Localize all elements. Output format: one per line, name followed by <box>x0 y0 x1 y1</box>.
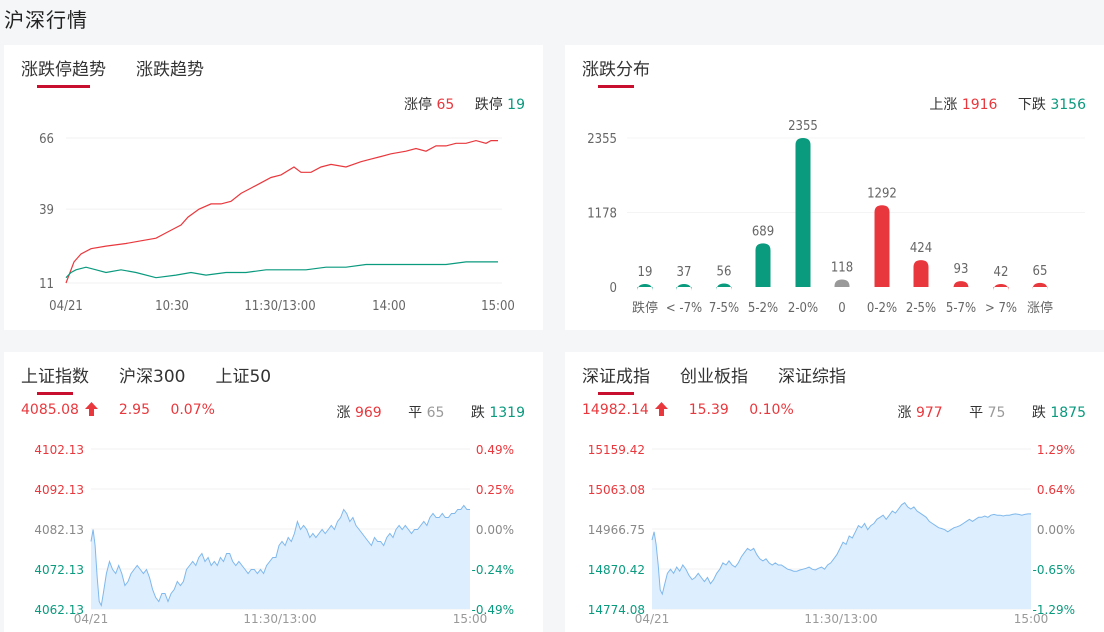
x-tick-label: 2-5% <box>906 301 936 316</box>
bar-value-label: 118 <box>831 261 853 276</box>
sz-index-card: 深证成指 创业板指 深证综指 14982.14 15.39 0.10% 涨 97… <box>565 352 1104 632</box>
right-tick-label: -0.65% <box>1033 563 1075 577</box>
x-tick-label: 04/21 <box>635 612 670 626</box>
right-tick-label: 0.25% <box>476 483 514 497</box>
left-tick-label: 4092.13 <box>34 483 84 497</box>
limit-trend-card: 涨跌停趋势 涨跌趋势 涨停 65 跌停 19 66 39 11 04/21 10:30 1… <box>4 45 543 330</box>
x-tick-label: 14:00 <box>372 299 406 314</box>
right-tick-label: 0.00% <box>1037 523 1075 537</box>
page-title: 沪深行情 <box>4 8 88 32</box>
y-tick-label: 1178 <box>587 207 617 222</box>
distribution-chart: 2355 1178 0 19 跌停 37 < -7% 56 7-5% 689 5-2% 2355 2-0… <box>587 119 1085 316</box>
left-tick-label: 14966.75 <box>588 523 645 537</box>
x-tick-label: 11:30/13:00 <box>804 612 877 626</box>
x-tick-label: 15:00 <box>453 612 488 626</box>
x-tick-label: 5-7% <box>946 301 976 316</box>
right-tick-label: 0.64% <box>1037 483 1075 497</box>
right-tick-label: 1.29% <box>1037 443 1075 457</box>
bar-value-label: 19 <box>638 265 653 280</box>
left-tick-label: 4102.13 <box>34 443 84 457</box>
left-tick-label: 4082.13 <box>34 523 84 537</box>
x-tick-label: 5-2% <box>748 301 778 316</box>
right-tick-label: -0.24% <box>472 563 514 577</box>
x-tick-label: 2-0% <box>788 301 818 316</box>
y-tick-label: 11 <box>39 277 54 292</box>
bar <box>1032 282 1048 290</box>
left-tick-label: 14870.42 <box>588 563 645 577</box>
y-tick-label: 66 <box>39 132 54 147</box>
left-tick-label: 15063.08 <box>588 483 645 497</box>
bar-value-label: 93 <box>954 262 969 277</box>
x-tick-label: 7-5% <box>709 301 739 316</box>
bar-value-label: 65 <box>1033 264 1048 279</box>
series-line-跌停 <box>65 261 498 279</box>
sh-index-card: 上证指数 沪深300 上证50 4085.08 2.95 0.07% 涨 969… <box>4 352 543 632</box>
y-tick-label: 0 <box>610 281 617 296</box>
series-line-涨停 <box>65 139 498 284</box>
left-tick-label: 15159.42 <box>588 443 645 457</box>
x-tick-label: 10:30 <box>155 299 189 314</box>
y-tick-label: 2355 <box>587 132 617 147</box>
x-tick-label: 跌停 <box>632 300 658 316</box>
right-tick-label: 0.00% <box>476 523 514 537</box>
x-tick-label: 15:00 <box>1014 612 1049 626</box>
distribution-card: 涨跌分布 上涨 1916 下跌 3156 2355 1178 0 19 跌停 37 < -7… <box>565 45 1104 330</box>
bar-value-label: 37 <box>677 265 692 280</box>
page-root: 沪深行情 涨跌停趋势 涨跌趋势 涨停 65 跌停 19 66 39 11 04/21 1… <box>0 0 1104 632</box>
bar <box>676 284 692 291</box>
x-tick-label: 15:00 <box>481 299 515 314</box>
bar-value-label: 424 <box>910 241 932 256</box>
bar-value-label: 2355 <box>788 119 818 134</box>
x-tick-label: 11:30/13:00 <box>243 612 316 626</box>
bar-value-label: 1292 <box>867 186 897 201</box>
limit-trend-chart: 66 39 11 04/21 10:30 11:30/13:00 14:00 15:00 <box>39 132 515 314</box>
bar <box>755 243 771 287</box>
bar <box>953 281 969 289</box>
area-fill <box>652 502 1031 609</box>
left-tick-label: 4072.13 <box>34 563 84 577</box>
right-tick-label: 0.49% <box>476 443 514 457</box>
bar-value-label: 689 <box>752 224 774 239</box>
x-tick-label: < -7% <box>666 301 702 316</box>
sz-intraday-chart: 15159.42 1.29% 15063.08 0.64% 14966.75 0.00% 1… <box>588 443 1075 626</box>
x-tick-label: 04/21 <box>49 299 83 314</box>
bar <box>834 279 850 287</box>
x-tick-label: 04/21 <box>74 612 109 626</box>
x-tick-label: 11:30/13:00 <box>244 299 315 314</box>
bar <box>993 284 1009 291</box>
area-fill <box>91 505 470 609</box>
bar <box>716 283 732 291</box>
x-tick-label: > 7% <box>985 301 1017 316</box>
bar-value-label: 42 <box>994 265 1009 280</box>
x-tick-label: 涨停 <box>1027 300 1053 316</box>
y-tick-label: 39 <box>39 203 54 218</box>
bar <box>795 138 811 287</box>
sh-intraday-chart: 4102.13 0.49% 4092.13 0.25% 4082.13 0.00% 4072… <box>34 443 514 626</box>
bar <box>637 284 653 291</box>
bar-value-label: 56 <box>717 264 732 279</box>
bar <box>913 260 929 287</box>
x-tick-label: 0-2% <box>867 301 897 316</box>
bar <box>874 205 890 287</box>
x-tick-label: 0 <box>838 301 845 316</box>
